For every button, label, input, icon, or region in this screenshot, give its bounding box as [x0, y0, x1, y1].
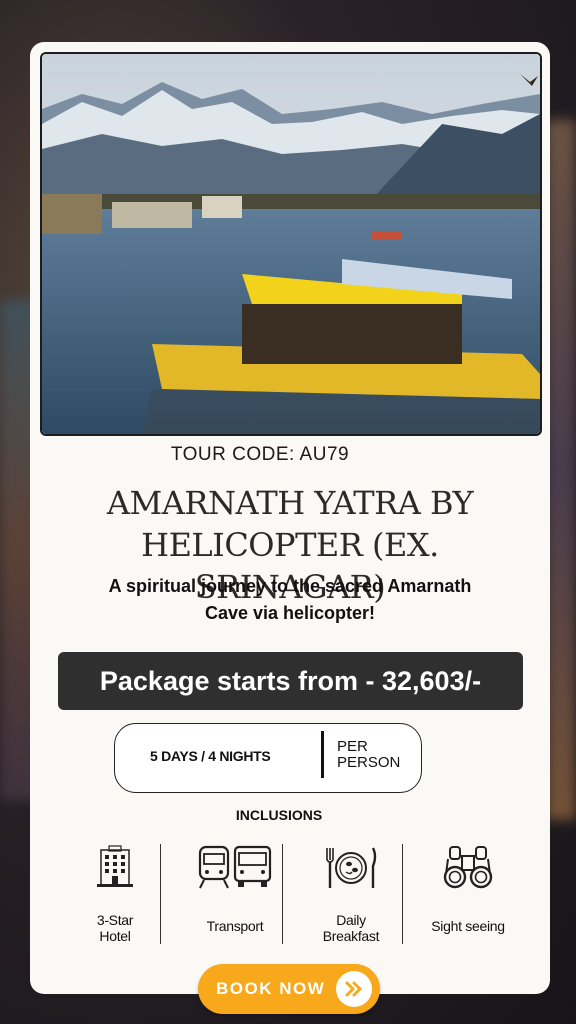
inclusion-sightseeing: Sight seeing — [416, 844, 520, 954]
hotel-label-line-2: Hotel — [99, 928, 131, 944]
price-text: Package starts from - 32,603/- — [99, 665, 482, 696]
inclusion-hotel-label: 3-Star Hotel — [60, 912, 170, 944]
inclusion-divider — [282, 844, 283, 944]
breakfast-label-line-2: Breakfast — [322, 928, 380, 944]
hotel-label-line-1: 3-Star — [96, 912, 134, 928]
inclusion-transport: Transport — [182, 844, 288, 954]
breakfast-label-line-1: Daily — [336, 912, 366, 928]
title-line-1: AMARNATH YATRA BY — [106, 484, 474, 522]
price-banner: Package starts from - 32,603/- — [58, 652, 523, 710]
duration-text: 5 DAYS / 4 NIGHTS — [150, 748, 271, 764]
inclusion-sightseeing-label: Sight seeing — [431, 918, 505, 934]
inclusion-divider — [402, 844, 403, 944]
inclusion-transport-label: Transport — [206, 918, 264, 934]
per-person-text: PER PERSON — [337, 739, 417, 771]
book-now-label: BOOK NOW — [216, 979, 326, 998]
subtitle-line-2: Cave via helicopter! — [204, 603, 376, 623]
breakfast-icon — [326, 847, 377, 888]
duration-separator — [321, 731, 324, 778]
duration-pill: 5 DAYS / 4 NIGHTS PER PERSON — [114, 723, 422, 793]
per-line-1: PER — [337, 738, 368, 755]
book-now-button[interactable]: BOOK NOW — [198, 964, 380, 1014]
background-blur-right — [546, 120, 576, 820]
inclusion-breakfast-label: Daily Breakfast — [296, 912, 406, 944]
transport-icon — [198, 845, 272, 889]
inclusions-heading: INCLUSIONS — [235, 807, 323, 823]
inclusion-breakfast: Daily Breakfast — [296, 844, 406, 954]
per-line-2: PERSON — [337, 754, 401, 771]
dal-lake-photo — [40, 52, 542, 436]
binoculars-icon — [443, 846, 493, 889]
tour-card: TOUR CODE: AU79 AMARNATH YATRA BY HELICO… — [30, 42, 550, 1014]
hotel-icon — [97, 845, 133, 887]
inclusion-hotel: 3-Star Hotel — [60, 844, 170, 954]
inclusion-divider — [160, 844, 161, 944]
subtitle-line-1: A spiritual journey to the sacred Amarna… — [108, 576, 472, 596]
inclusions-row: 3-Star Hotel Transport Daily Breakfast S… — [60, 844, 520, 954]
double-chevron-right-icon — [336, 971, 372, 1007]
package-subtitle: A spiritual journey to the sacred Amarna… — [70, 573, 510, 627]
tour-code: TOUR CODE: AU79 — [170, 444, 350, 465]
